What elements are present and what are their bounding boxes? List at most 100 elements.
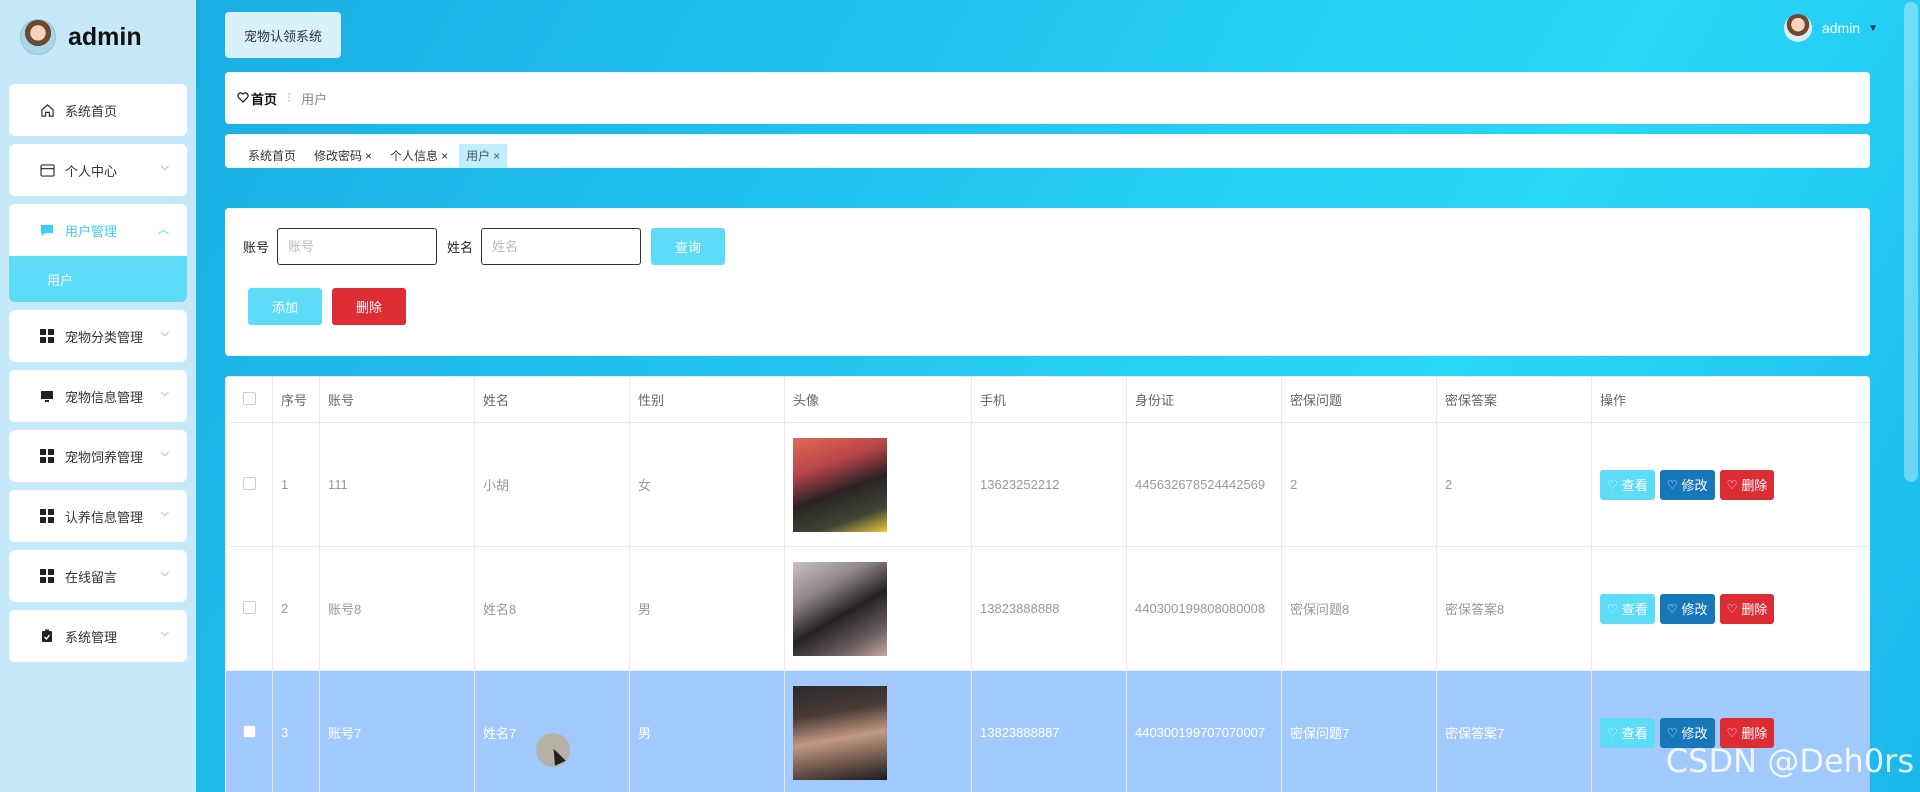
system-name-button[interactable]: 宠物认领系统 <box>225 12 341 58</box>
heart-icon: ♡ <box>1666 725 1678 740</box>
view-label: 查看 <box>1621 726 1648 741</box>
edit-button[interactable]: ♡ 修改 <box>1659 593 1715 624</box>
table-row-selected[interactable]: 3 账号7 姓名7 男 13823888887 4403001997070700… <box>225 670 1870 792</box>
cell-phone: 13823888888 <box>971 546 1127 671</box>
cell-question: 2 <box>1281 422 1437 547</box>
breadcrumb-home[interactable]: 首页 <box>251 89 277 108</box>
avatar-photo <box>793 561 887 656</box>
cell-no: 1 <box>272 422 320 547</box>
column-header: 头像 <box>784 376 972 423</box>
tags-bar: 系统首页 修改密码 × 个人信息 × 用户 × <box>225 134 1870 168</box>
tag-label: 用户 <box>466 149 491 163</box>
sidebar-item-label: 个人中心 <box>65 163 118 179</box>
view-button[interactable]: ♡ 查看 <box>1600 717 1655 748</box>
table-row[interactable]: 1 111 小胡 女 13623252212 44563267852444256… <box>225 422 1870 547</box>
cell-account: 账号8 <box>319 546 475 671</box>
select-all-cell <box>225 376 273 423</box>
sidebar-item-adoption[interactable]: 认养信息管理 ⌵ <box>9 490 187 542</box>
delete-label: 删除 <box>1741 726 1768 741</box>
tag-user[interactable]: 用户 × <box>459 144 508 168</box>
user-menu[interactable]: admin ▼ <box>1783 14 1878 42</box>
brand-name: admin <box>68 22 142 51</box>
add-button[interactable]: 添加 <box>248 288 322 325</box>
sidebar-item-label: 宠物信息管理 <box>65 389 144 405</box>
delete-button[interactable]: ♡ 删除 <box>1719 593 1775 624</box>
sidebar-subitem-user[interactable]: 用户 <box>9 256 187 302</box>
row-checkbox[interactable] <box>242 724 256 738</box>
sidebar-item-home[interactable]: 系统首页 <box>9 84 187 136</box>
sidebar-item-label: 认养信息管理 <box>65 509 144 525</box>
close-icon[interactable]: × <box>441 149 448 163</box>
cell-avatar <box>784 422 972 547</box>
heart-icon <box>237 91 249 106</box>
sidebar-item-pet-info[interactable]: 宠物信息管理 ⌵ <box>9 370 187 422</box>
chevron-down-icon: ⌵ <box>160 627 169 639</box>
page-scrollbar[interactable] <box>1904 2 1918 482</box>
avatar <box>20 19 56 55</box>
row-select-cell <box>225 546 273 671</box>
edit-label: 修改 <box>1681 602 1708 617</box>
batch-delete-button[interactable]: 删除 <box>332 288 406 325</box>
caret-down-icon: ▼ <box>1868 22 1878 34</box>
user-table-panel: 序号 账号 姓名 性别 头像 手机 身份证 密保问题 密保答案 操作 1 111… <box>225 376 1870 792</box>
tag-personal-info[interactable]: 个人信息 × <box>383 144 455 168</box>
chevron-down-icon: ⌵ <box>160 161 169 173</box>
search-panel: 账号 姓名 查询 添加 删除 <box>225 208 1870 356</box>
delete-label: 删除 <box>1741 478 1768 493</box>
cell-name: 姓名8 <box>474 546 630 671</box>
tag-home[interactable]: 系统首页 <box>241 144 303 168</box>
breadcrumb-current: 用户 <box>301 91 328 107</box>
chevron-down-icon: ⌵ <box>160 447 169 459</box>
account-search-input[interactable] <box>277 228 438 265</box>
cell-no: 3 <box>272 670 320 792</box>
edit-button[interactable]: ♡ 修改 <box>1659 469 1715 500</box>
user-name: admin <box>1821 20 1861 36</box>
select-all-checkbox[interactable] <box>242 391 256 405</box>
breadcrumb-separator: ⁝ <box>287 90 292 105</box>
close-icon[interactable]: × <box>493 149 500 163</box>
cell-actions: ♡ 查看 ♡ 修改 ♡ 删除 <box>1591 546 1870 671</box>
cell-answer: 密保答案8 <box>1436 546 1592 671</box>
avatar-photo <box>793 685 887 780</box>
sidebar-item-system[interactable]: 系统管理 ⌵ <box>9 610 187 662</box>
row-checkbox[interactable] <box>242 476 256 490</box>
cell-no: 2 <box>272 546 320 671</box>
row-select-cell <box>225 422 273 547</box>
sidebar-item-users[interactable]: 用户管理 ︿ <box>9 204 187 256</box>
monitor-icon <box>39 388 55 404</box>
table-row[interactable]: 2 账号8 姓名8 男 13823888888 4403001998080800… <box>225 546 1870 671</box>
sidebar-item-personal[interactable]: 个人中心 ⌵ <box>9 144 187 196</box>
view-button[interactable]: ♡ 查看 <box>1600 469 1655 500</box>
cell-id-card: 445632678524442569 <box>1126 422 1282 547</box>
column-header: 账号 <box>319 376 475 423</box>
cell-id-card: 440300199707070007 <box>1126 670 1282 792</box>
sidebar-menu: 系统首页 个人中心 ⌵ 用户管理 ︿ 用户 宠物分类管理 ⌵ 宠物信息管理 ⌵ … <box>9 84 187 670</box>
delete-button[interactable]: ♡ 删除 <box>1719 469 1775 500</box>
edit-label: 修改 <box>1681 478 1708 493</box>
card-icon <box>39 162 55 178</box>
breadcrumb: 首页 ⁝ 用户 <box>225 72 1870 124</box>
view-button[interactable]: ♡ 查看 <box>1600 593 1655 624</box>
cell-account: 账号7 <box>319 670 475 792</box>
sidebar-item-pet-category[interactable]: 宠物分类管理 ⌵ <box>9 310 187 362</box>
column-header: 序号 <box>272 376 320 423</box>
query-button[interactable]: 查询 <box>651 228 726 265</box>
name-search-input[interactable] <box>481 228 642 265</box>
sidebar-item-label: 在线留言 <box>65 569 118 585</box>
row-select-cell <box>225 670 273 792</box>
account-label: 账号 <box>243 240 270 255</box>
cell-avatar <box>784 670 972 792</box>
grid-icon <box>39 508 55 524</box>
tag-change-password[interactable]: 修改密码 × <box>307 144 379 168</box>
sidebar-item-label: 用户管理 <box>65 223 118 239</box>
cell-phone: 13623252212 <box>971 422 1127 547</box>
sidebar-item-messages[interactable]: 在线留言 ⌵ <box>9 550 187 602</box>
column-header: 密保答案 <box>1436 376 1592 423</box>
heart-icon: ♡ <box>1607 601 1618 616</box>
close-icon[interactable]: × <box>365 149 372 163</box>
cell-answer: 2 <box>1436 422 1592 547</box>
sidebar-item-pet-feeding[interactable]: 宠物饲养管理 ⌵ <box>9 430 187 482</box>
delete-label: 删除 <box>1741 602 1768 617</box>
chevron-down-icon: ⌵ <box>160 327 169 339</box>
row-checkbox[interactable] <box>242 600 256 614</box>
